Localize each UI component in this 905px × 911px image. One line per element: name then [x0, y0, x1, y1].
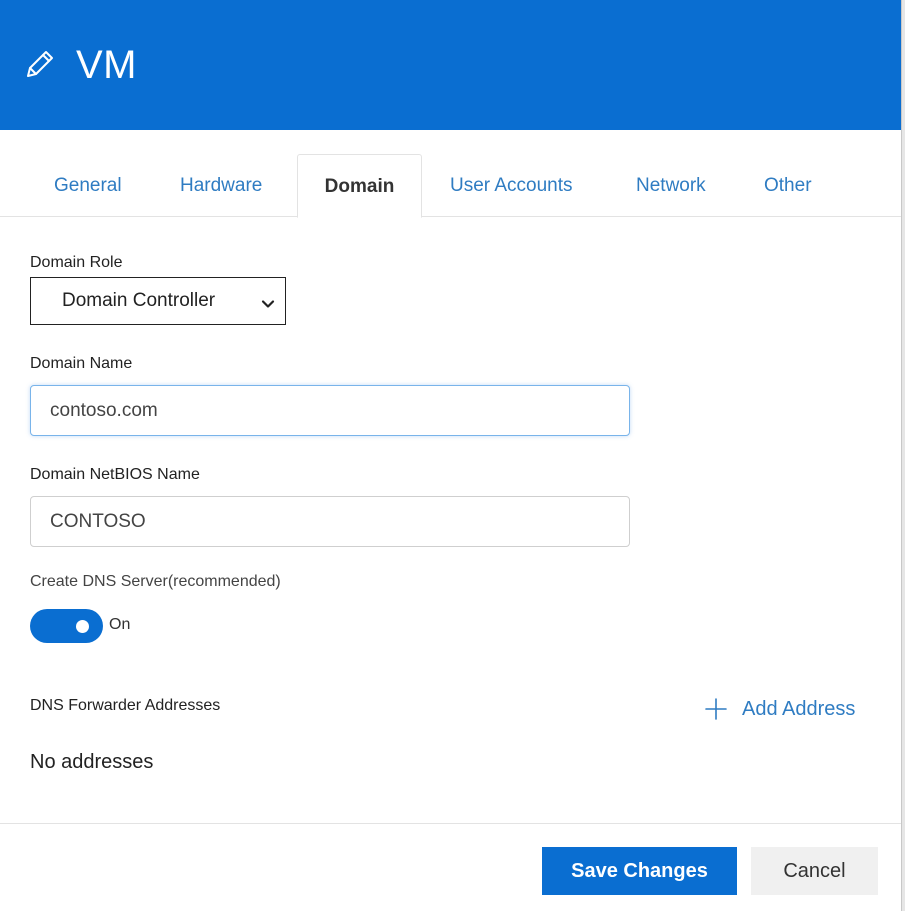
- tab-domain[interactable]: Domain: [297, 154, 422, 218]
- netbios-name-label: Domain NetBIOS Name: [30, 466, 200, 483]
- dns-server-toggle-state: On: [109, 616, 131, 633]
- cancel-button[interactable]: Cancel: [751, 847, 878, 895]
- footer-divider: [0, 823, 901, 824]
- panel-header: VM: [0, 0, 901, 130]
- tab-hardware[interactable]: Hardware: [180, 154, 262, 217]
- domain-role-value: Domain Controller: [62, 290, 216, 311]
- edit-vm-panel: VM General Hardware Domain User Accounts…: [0, 0, 902, 911]
- netbios-name-input[interactable]: [30, 496, 630, 547]
- panel-title: VM: [76, 42, 137, 87]
- tab-general[interactable]: General: [54, 154, 122, 217]
- pencil-icon: [22, 48, 56, 82]
- add-address-button[interactable]: Add Address: [704, 694, 855, 724]
- dns-server-label: Create DNS Server(recommended): [30, 573, 281, 590]
- domain-role-label: Domain Role: [30, 254, 123, 271]
- domain-name-label: Domain Name: [30, 355, 133, 372]
- domain-name-input[interactable]: [30, 385, 630, 436]
- save-changes-button[interactable]: Save Changes: [542, 847, 737, 895]
- toggle-knob: [76, 620, 89, 633]
- domain-role-select[interactable]: Domain Controller: [30, 277, 286, 325]
- dns-forwarder-label: DNS Forwarder Addresses: [30, 697, 221, 714]
- tab-other[interactable]: Other: [764, 154, 812, 217]
- tab-user-accounts[interactable]: User Accounts: [450, 154, 573, 217]
- tab-network[interactable]: Network: [636, 154, 706, 217]
- no-addresses-text: No addresses: [30, 751, 154, 773]
- plus-icon: [704, 697, 728, 721]
- add-address-label: Add Address: [742, 697, 856, 720]
- dns-server-toggle[interactable]: [30, 609, 103, 643]
- tab-bar: General Hardware Domain User Accounts Ne…: [0, 154, 901, 218]
- chevron-down-icon: [261, 295, 275, 309]
